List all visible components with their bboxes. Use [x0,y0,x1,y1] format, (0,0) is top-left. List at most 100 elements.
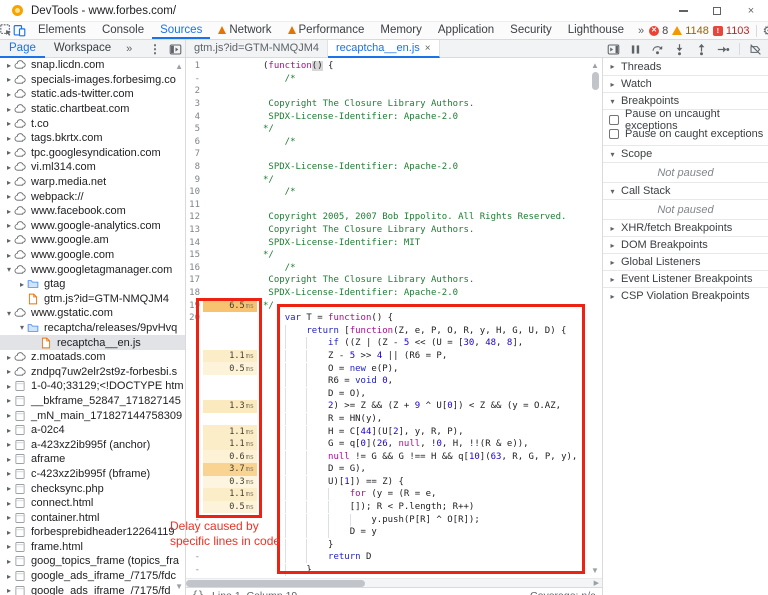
maximize-button[interactable] [700,0,734,22]
tree-item-google-ads-iframe-7175-fdc[interactable]: ▸ google_ads_iframe_/7175/fdc [0,569,185,584]
chevron-right-icon[interactable]: ▸ [4,221,14,230]
editor-vertical-scrollbar[interactable]: ▲ ▼ [589,58,601,578]
line-number[interactable]: - [186,565,203,575]
chevron-right-icon[interactable]: ▸ [4,119,14,128]
line-number[interactable]: - [186,326,203,336]
tree-item-tags-bkrtx-com[interactable]: ▸ tags.bkrtx.com [0,131,185,146]
tree-item-static-chartbeat-com[interactable]: ▸ static.chartbeat.com [0,102,185,117]
section-dom-breakpoints[interactable]: ▸ DOM Breakpoints [603,236,768,253]
chevron-right-icon[interactable]: ▸ [4,513,14,522]
chevron-right-icon[interactable]: ▸ [4,90,14,99]
line-number[interactable]: 2 [186,86,203,96]
chevron-right-icon[interactable]: ▸ [4,411,14,420]
tree-item-www-gstatic-com[interactable]: ▾ www.gstatic.com [0,306,185,321]
checkbox-unchecked-icon[interactable] [609,115,619,125]
chevron-down-icon[interactable]: ▾ [4,309,14,318]
line-number[interactable]: 15 [186,250,203,260]
line-number[interactable]: - [186,477,203,487]
line-number[interactable]: 16 [186,263,203,273]
chevron-right-icon[interactable]: ▸ [4,542,14,551]
close-tab-icon[interactable]: × [425,43,431,54]
chevron-right-icon[interactable]: ▸ [4,75,14,84]
more-navigator-tabs-button[interactable]: » [120,40,137,58]
scroll-right-arrow[interactable]: ▶ [594,579,599,587]
chevron-right-icon[interactable]: ▸ [4,455,14,464]
section-xhr-fetch-breakpoints[interactable]: ▸ XHR/fetch Breakpoints [603,219,768,236]
horizontal-scroll-thumb[interactable] [186,580,365,587]
line-number[interactable]: - [186,364,203,374]
step-out-button[interactable] [695,43,708,56]
checkbox-row-pause-on-caught-exceptions[interactable]: Pause on caught exceptions [603,127,768,141]
chevron-right-icon[interactable]: ▸ [4,572,14,581]
chevron-right-icon[interactable]: ▸ [4,499,14,508]
section-watch[interactable]: ▸ Watch [603,75,768,92]
line-number[interactable]: - [186,74,203,84]
tree-item-z-moatads-com[interactable]: ▸ z.moatads.com [0,350,185,365]
settings-button[interactable]: ⚙ [763,24,768,37]
line-number[interactable]: 11 [186,200,203,210]
navigator-menu-button[interactable]: ⋮ [145,40,165,58]
tree-item-www-facebook-com[interactable]: ▸ www.facebook.com [0,204,185,219]
tab-elements[interactable]: Elements [30,22,94,39]
pretty-print-button[interactable]: {} [192,590,204,595]
tree-item-zndpq7uw2elr2st9z-forbesbi-s[interactable]: ▸ zndpq7uw2elr2st9z-forbesbi.s [0,364,185,379]
line-number[interactable]: - [186,452,203,462]
chevron-right-icon[interactable]: ▸ [4,251,14,260]
line-number[interactable]: 8 [186,162,203,172]
tree-item-gtm-js-id-gtm-nmqjm4[interactable]: gtm.js?id=GTM-NMQJM4 [0,292,185,307]
line-number[interactable]: - [186,389,203,399]
section-csp-violation-breakpoints[interactable]: ▸ CSP Violation Breakpoints [603,287,768,304]
chevron-right-icon[interactable]: ▸ [4,396,14,405]
line-number[interactable]: 5 [186,124,203,134]
tree-item-t-co[interactable]: ▸ t.co [0,116,185,131]
tab-performance[interactable]: Performance [280,22,373,39]
scroll-down-arrow[interactable]: ▼ [591,566,599,575]
line-number[interactable]: - [186,464,203,474]
editor-tab-gtm-js-id-gtm-nmqjm4[interactable]: gtm.js?id=GTM-NMQJM4 [186,40,328,58]
checkbox-row-pause-on-uncaught-exceptions[interactable]: Pause on uncaught exceptions [603,108,768,132]
line-number[interactable]: 10 [186,187,203,197]
chevron-right-icon[interactable]: ▸ [4,484,14,493]
code-editor[interactable]: 1 (function() {- /* 2 3 Copyright The Closu… [186,58,602,595]
line-number[interactable]: 19 [186,301,203,311]
line-number[interactable]: 12 [186,212,203,222]
line-number[interactable]: - [186,338,203,348]
tree-item-warp-media-net[interactable]: ▸ warp.media.net [0,175,185,190]
toggle-navigator-button[interactable] [165,40,185,58]
scroll-up-arrow[interactable]: ▲ [591,61,599,70]
tree-item-1-0-40-33129-doctype-htm[interactable]: ▸ 1-0-40;33129;<!DOCTYPE htm [0,379,185,394]
tree-item-tpc-googlesyndication-com[interactable]: ▸ tpc.googlesyndication.com [0,146,185,161]
section-breakpoints[interactable]: ▾ Breakpoints [603,92,768,109]
tree-item-connect-html[interactable]: ▸ connect.html [0,496,185,511]
editor-tab-recaptcha-en-js[interactable]: recaptcha__en.js × [328,40,440,58]
editor-horizontal-scrollbar[interactable]: ▶ [186,578,602,587]
tree-item-goog-topics-frame-topics-fra[interactable]: ▸ goog_topics_frame (topics_fra [0,554,185,569]
line-number[interactable]: - [186,376,203,386]
chevron-right-icon[interactable]: ▸ [4,586,14,595]
chevron-right-icon[interactable]: ▸ [17,280,27,289]
tree-item-a-423xz2ib995f-anchor-[interactable]: ▸ a-423xz2ib995f (anchor) [0,437,185,452]
toggle-debugger-sidebar-button[interactable] [607,43,620,56]
tree-item-www-google-analytics-com[interactable]: ▸ www.google-analytics.com [0,219,185,234]
line-number[interactable]: 4 [186,112,203,122]
chevron-right-icon[interactable]: ▸ [4,469,14,478]
chevron-right-icon[interactable]: ▸ [4,192,14,201]
tree-item-static-ads-twitter-com[interactable]: ▸ static.ads-twitter.com [0,87,185,102]
step-over-button[interactable] [651,43,664,56]
tree-scroll-down-arrow[interactable]: ▼ [175,582,183,591]
device-toolbar-button[interactable] [13,22,26,39]
tree-item-webpack-[interactable]: ▸ webpack:// [0,189,185,204]
minimize-button[interactable] [666,0,700,22]
deactivate-breakpoints-button[interactable] [749,43,762,56]
chevron-right-icon[interactable]: ▸ [4,557,14,566]
tree-item-c-423xz2ib995f-bframe-[interactable]: ▸ c-423xz2ib995f (bframe) [0,467,185,482]
chevron-right-icon[interactable]: ▸ [4,426,14,435]
more-panels-button[interactable]: » [632,22,649,39]
line-number[interactable]: 18 [186,288,203,298]
section-call-stack[interactable]: ▾ Call Stack [603,182,768,199]
tab-sources[interactable]: Sources [152,22,211,39]
section-scope[interactable]: ▾ Scope [603,145,768,162]
step-button[interactable] [717,43,730,56]
line-number[interactable]: 1 [186,61,203,71]
tree-item-www-googletagmanager-com[interactable]: ▾ www.googletagmanager.com [0,262,185,277]
